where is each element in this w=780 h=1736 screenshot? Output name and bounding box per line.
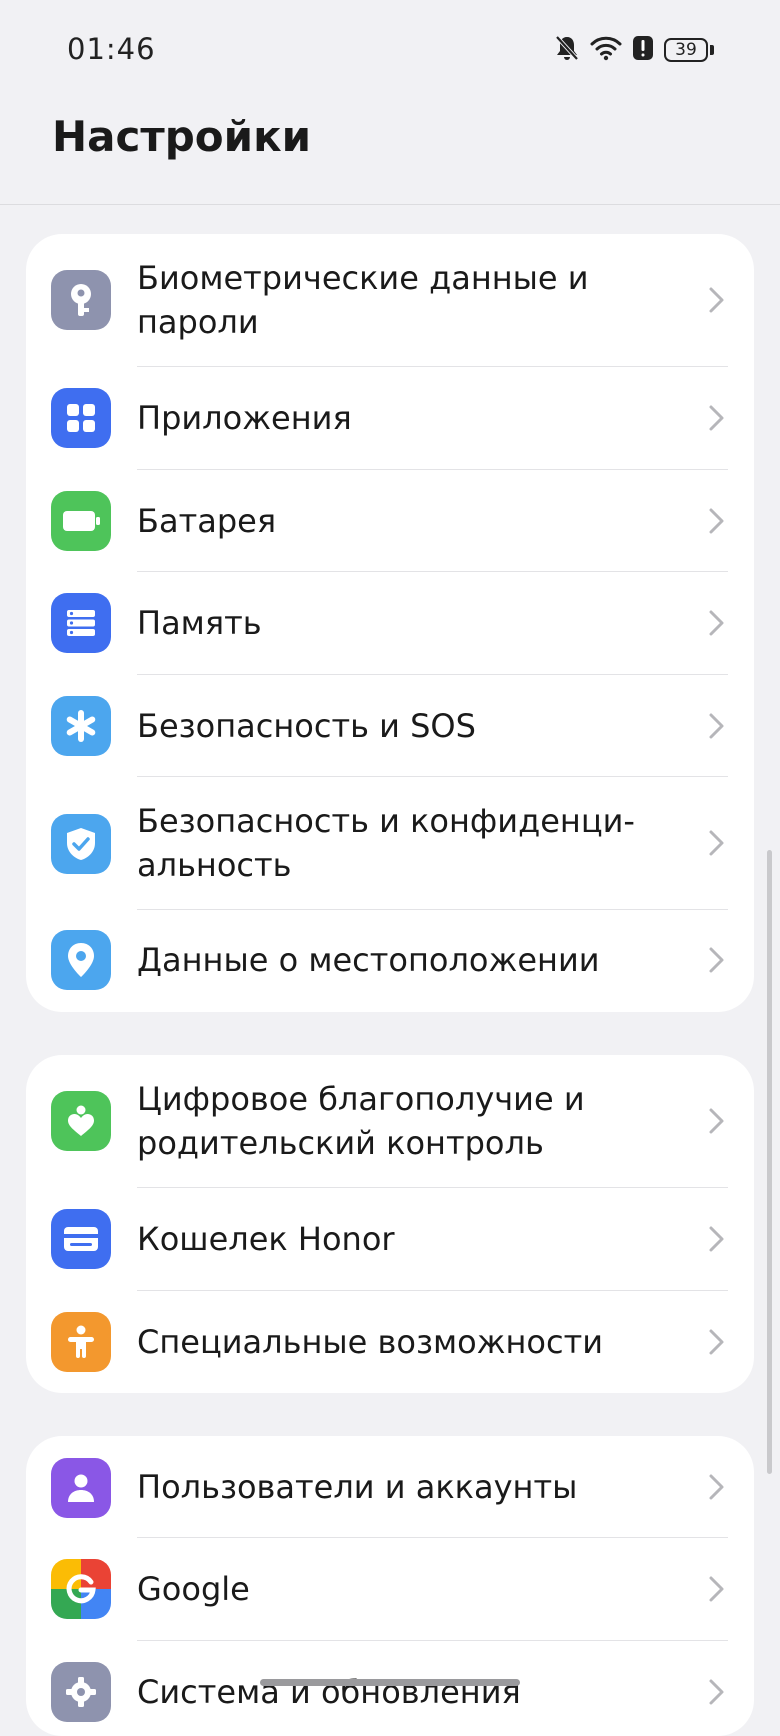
status-time: 01:46 <box>67 32 156 66</box>
gear-icon <box>51 1662 111 1722</box>
settings-item-label: Система и обновления <box>137 1673 521 1711</box>
user-icon <box>51 1458 111 1518</box>
header-divider <box>0 204 780 205</box>
chevron-right-icon <box>709 508 724 534</box>
settings-item-battery[interactable]: Батарея <box>26 470 754 572</box>
shield-check-icon <box>51 814 111 874</box>
battery-level: 39 <box>675 40 697 60</box>
chevron-right-icon <box>709 610 724 636</box>
chevron-right-icon <box>709 287 724 313</box>
settings-item-storage[interactable]: Память <box>26 572 754 675</box>
status-icons: 39 <box>554 34 714 66</box>
google-icon <box>51 1559 111 1619</box>
chevron-right-icon <box>709 1474 724 1500</box>
bell-off-icon <box>554 34 580 66</box>
settings-group-3: Пользователи и аккаунты Google Система и… <box>26 1436 754 1736</box>
chevron-right-icon <box>709 1329 724 1355</box>
chevron-right-icon <box>709 405 724 431</box>
chevron-right-icon <box>709 1576 724 1602</box>
settings-item-label: Батарея <box>137 502 277 540</box>
settings-item-security-privacy[interactable]: Безопасность и конфиденци-альность <box>26 777 754 910</box>
battery-icon <box>51 491 111 551</box>
settings-group-1: Биометрические данные и пароли Приложени… <box>26 234 754 1012</box>
home-indicator[interactable] <box>260 1679 520 1686</box>
settings-item-label: Память <box>137 604 262 642</box>
settings-item-label: Безопасность и конфиденци-альность <box>137 802 635 884</box>
scrollbar[interactable] <box>767 850 772 1474</box>
chevron-right-icon <box>709 1679 724 1705</box>
settings-group-2: Цифровое благополучие и родительский кон… <box>26 1055 754 1393</box>
apps-grid-icon <box>51 388 111 448</box>
settings-item-label: Данные о местоположении <box>137 941 600 979</box>
settings-item-label: Биометрические данные и пароли <box>137 259 589 341</box>
settings-item-system-updates[interactable]: Система и обновления <box>26 1641 754 1736</box>
settings-item-label: Приложения <box>137 399 352 437</box>
settings-item-accessibility[interactable]: Специальные возможности <box>26 1291 754 1393</box>
chevron-right-icon <box>709 1108 724 1134</box>
settings-item-label: Безопасность и SOS <box>137 707 476 745</box>
settings-item-label: Специальные возможности <box>137 1323 604 1361</box>
page-title: Настройки <box>52 112 312 161</box>
settings-item-digital-wellbeing[interactable]: Цифровое благополучие и родительский кон… <box>26 1055 754 1188</box>
settings-item-biometrics[interactable]: Биометрические данные и пароли <box>26 234 754 367</box>
settings-item-label: Цифровое благополучие и родительский кон… <box>137 1080 585 1162</box>
settings-item-honor-wallet[interactable]: Кошелек Honor <box>26 1188 754 1291</box>
alert-icon <box>632 35 654 65</box>
chevron-right-icon <box>709 1226 724 1252</box>
settings-item-apps[interactable]: Приложения <box>26 367 754 470</box>
settings-item-label: Кошелек Honor <box>137 1220 395 1258</box>
location-pin-icon <box>51 930 111 990</box>
settings-item-label: Google <box>137 1570 250 1608</box>
battery-icon: 39 <box>664 38 708 62</box>
chevron-right-icon <box>709 830 724 856</box>
settings-item-label: Пользователи и аккаунты <box>137 1468 578 1506</box>
accessibility-icon <box>51 1312 111 1372</box>
wallet-icon <box>51 1209 111 1269</box>
chevron-right-icon <box>709 947 724 973</box>
status-bar: 01:46 39 <box>0 0 780 104</box>
chevron-right-icon <box>709 713 724 739</box>
settings-item-google[interactable]: Google <box>26 1538 754 1641</box>
wifi-icon <box>590 35 622 65</box>
settings-item-safety-sos[interactable]: Безопасность и SOS <box>26 675 754 777</box>
asterisk-icon <box>51 696 111 756</box>
settings-item-users-accounts[interactable]: Пользователи и аккаунты <box>26 1436 754 1538</box>
battery-indicator: 39 <box>664 38 714 62</box>
heart-person-icon <box>51 1091 111 1151</box>
key-icon <box>51 270 111 330</box>
settings-item-location[interactable]: Данные о местоположении <box>26 910 754 1012</box>
storage-icon <box>51 593 111 653</box>
